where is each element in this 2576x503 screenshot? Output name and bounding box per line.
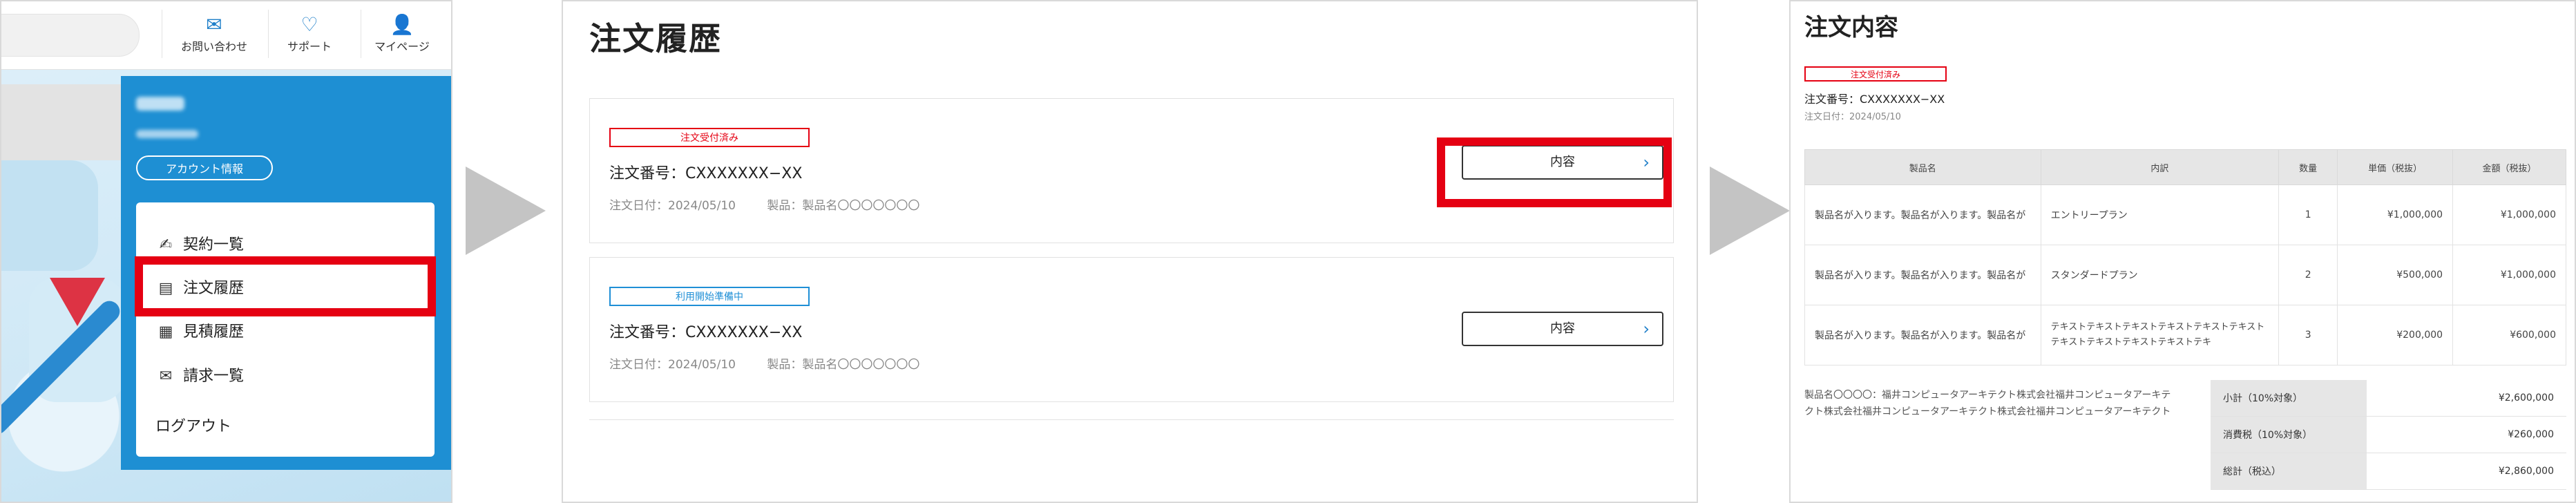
divider (589, 419, 1674, 420)
column-header: 単価（税抜） (2337, 149, 2454, 185)
order-date: 注文日付：2024/05/10 (1804, 112, 1901, 122)
order-product: 製品：製品名〇〇〇〇〇〇〇 (767, 199, 920, 213)
summary-value: ¥260,000 (2367, 416, 2566, 453)
detail-button[interactable]: 内容 › (1462, 312, 1663, 346)
cell-breakdown: エントリープラン (2040, 184, 2280, 245)
menu-item-label: 見積履歴 (183, 323, 245, 341)
cell-quantity: 1 (2278, 184, 2338, 245)
summary-value: ¥2,600,000 (2367, 380, 2566, 417)
order-meta: 注文日付：2024/05/10 製品：製品名〇〇〇〇〇〇〇 (609, 354, 947, 372)
user-name-blurred (136, 97, 184, 111)
order-detail-panel: 注文内容 注文受付済み 注文番号：CXXXXXXX−XX 注文日付：2024/0… (1789, 0, 2576, 503)
user-icon: 👤 (390, 13, 414, 36)
mail-icon: ✉ (206, 13, 222, 36)
summary-value: ¥2,860,000 (2367, 453, 2566, 490)
nav-contact-label: お問い合わせ (180, 40, 247, 53)
background-shape (1, 160, 98, 271)
header-bar: ✉ お問い合わせ ♡ サポート 👤 マイページ (1, 1, 451, 70)
nav-contact[interactable]: ✉ お問い合わせ (173, 12, 255, 61)
table-row: 製品名が入ります。製品名が入ります。製品名が エントリープラン 1 ¥1,000… (1804, 184, 2566, 245)
menu-item-label: ログアウト (155, 418, 232, 435)
user-id-blurred (136, 130, 198, 138)
chevron-right-icon: › (1643, 319, 1650, 339)
mypage-menu: ✍ 契約一覧 ▤ 注文履歴 ▦ 見積履歴 ✉ 請求一覧 ログアウト (136, 202, 435, 457)
menu-item-label: 契約一覧 (183, 236, 245, 254)
cell-quantity: 3 (2278, 305, 2338, 366)
nav-support[interactable]: ♡ サポート (269, 12, 350, 61)
order-number: 注文番号：CXXXXXXX−XX (609, 324, 803, 341)
table-header-row: 製品名 内訳 数量 単価（税抜） 金額（税抜） (1804, 149, 2566, 185)
table-row: 製品名が入ります。製品名が入ります。製品名が テキストテキストテキストテキストテ… (1804, 305, 2566, 366)
order-meta: 注文日付：2024/05/10 製品：製品名〇〇〇〇〇〇〇 (609, 196, 947, 213)
account-info-button[interactable]: アカウント情報 (136, 155, 273, 180)
menu-item-invoices[interactable]: ✉ 請求一覧 (155, 363, 244, 390)
table-row: 製品名が入ります。製品名が入ります。製品名が スタンダードプラン 2 ¥500,… (1804, 245, 2566, 305)
cell-unit-price: ¥1,000,000 (2337, 184, 2454, 245)
order-number: 注文番号：CXXXXXXX−XX (609, 165, 803, 182)
invoice-icon: ✉ (159, 368, 173, 385)
cell-amount: ¥600,000 (2452, 305, 2566, 366)
summary-row: 小計（10%対象） ¥2,600,000 (2211, 380, 2566, 417)
cell-unit-price: ¥200,000 (2337, 305, 2454, 366)
heart-icon: ♡ (300, 13, 318, 36)
highlight-box (1437, 137, 1672, 207)
menu-item-quotes[interactable]: ▦ 見積履歴 (155, 319, 244, 346)
brand-logo-fragment (50, 278, 105, 326)
column-header: 数量 (2278, 149, 2338, 185)
highlight-box (135, 256, 436, 316)
background-image (1, 84, 122, 160)
summary-label: 消費税（10%対象） (2211, 416, 2367, 453)
cell-product: 製品名が入ります。製品名が入ります。製品名が (1804, 245, 2041, 305)
order-product: 製品：製品名〇〇〇〇〇〇〇 (767, 358, 920, 372)
cell-amount: ¥1,000,000 (2452, 184, 2566, 245)
summary-row: 消費税（10%対象） ¥260,000 (2211, 416, 2566, 453)
summary-label: 小計（10%対象） (2211, 380, 2367, 417)
search-input[interactable] (1, 14, 140, 57)
status-badge: 注文受付済み (609, 128, 810, 147)
cell-product: 製品名が入ります。製品名が入ります。製品名が (1804, 305, 2041, 366)
order-history-panel: 注文履歴 注文受付済み 注文番号：CXXXXXXX−XX 注文日付：2024/0… (562, 0, 1698, 503)
status-badge: 利用開始準備中 (609, 287, 810, 306)
page-title: 注文内容 (1804, 14, 1898, 41)
summary-label: 総計（税込） (2211, 453, 2367, 490)
menu-item-contracts[interactable]: ✍ 契約一覧 (155, 231, 244, 259)
summary-table: 小計（10%対象） ¥2,600,000 消費税（10%対象） ¥260,000… (2211, 380, 2566, 490)
status-badge: 注文受付済み (1804, 66, 1947, 82)
step-arrow (1710, 167, 1790, 255)
nav-mypage-label: マイページ (374, 40, 430, 53)
cell-unit-price: ¥500,000 (2337, 245, 2454, 305)
detail-button-label: 内容 (1550, 321, 1575, 336)
mypage-menu-panel: ✉ お問い合わせ ♡ サポート 👤 マイページ アカウント情報 ✍ 契約一覧 ▤ 注… (0, 0, 452, 503)
step-arrow (466, 167, 546, 255)
cell-amount: ¥1,000,000 (2452, 245, 2566, 305)
column-header: 製品名 (1804, 149, 2041, 185)
column-header: 内訳 (2040, 149, 2280, 185)
cell-quantity: 2 (2278, 245, 2338, 305)
order-date: 注文日付：2024/05/10 (609, 358, 736, 372)
menu-item-logout[interactable]: ログアウト (155, 413, 231, 441)
cell-product: 製品名が入ります。製品名が入ります。製品名が (1804, 184, 2041, 245)
cell-breakdown: スタンダードプラン (2040, 245, 2280, 305)
order-items-table: 製品名 内訳 数量 単価（税抜） 金額（税抜） 製品名が入ります。製品名が入りま… (1804, 149, 2566, 366)
column-header: 金額（税抜） (2452, 149, 2566, 185)
order-date: 注文日付：2024/05/10 (609, 199, 736, 213)
product-note: 製品名〇〇〇〇：福井コンピュータアーキテクト株式会社福井コンピュータアーキテクト… (1804, 390, 2171, 417)
menu-item-label: 請求一覧 (183, 368, 245, 385)
page-title: 注文履歴 (589, 20, 722, 57)
summary-row: 総計（税込） ¥2,860,000 (2211, 453, 2566, 490)
calculator-icon: ▦ (158, 323, 173, 341)
cell-breakdown: テキストテキストテキストテキストテキストテキストテキストテキストテキストテキスト… (2040, 305, 2280, 366)
order-card: 利用開始準備中 注文番号：CXXXXXXX−XX 注文日付：2024/05/10… (589, 257, 1674, 402)
nav-support-label: サポート (287, 40, 332, 53)
nav-mypage[interactable]: 👤 マイページ (361, 12, 443, 61)
contract-icon: ✍ (159, 236, 173, 254)
order-number: 注文番号：CXXXXXXX−XX (1804, 93, 1945, 106)
